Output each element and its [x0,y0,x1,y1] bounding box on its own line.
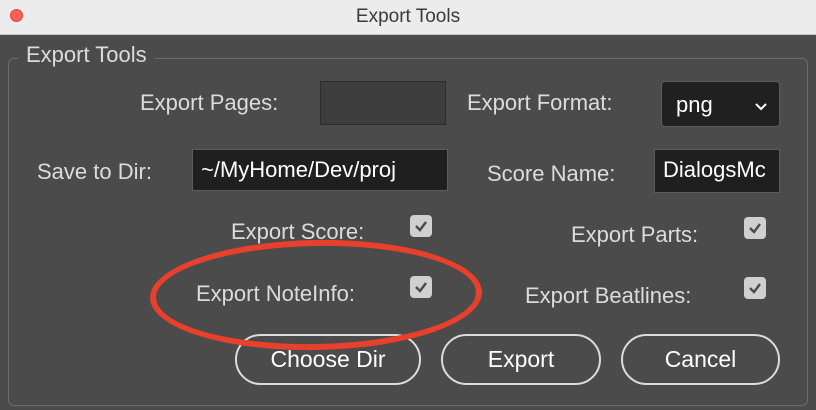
save-to-dir-label: Save to Dir: [37,159,152,184]
export-format-label: Export Format: [467,90,613,115]
export-tools-dialog: Export Tools Export Tools Export Pages: … [0,0,816,410]
score-name-label: Score Name: [487,161,616,186]
score-name-input[interactable]: DialogsMc [654,149,780,193]
export-parts-checkbox[interactable] [744,217,766,239]
save-to-dir-input[interactable]: ~/MyHome/Dev/proj [192,149,448,191]
export-button[interactable]: Export [441,334,601,385]
export-format-value: png [676,92,713,117]
group-title: Export Tools [18,42,155,68]
export-pages-input[interactable] [320,81,446,125]
export-format-select[interactable]: png [661,81,780,127]
export-parts-label: Export Parts: [571,222,699,247]
export-pages-label: Export Pages: [140,90,279,115]
chevron-down-icon [753,94,769,120]
cancel-button[interactable]: Cancel [621,334,780,385]
window-title: Export Tools [355,6,461,27]
export-beatlines-checkbox[interactable] [744,277,766,299]
export-score-checkbox[interactable] [410,215,432,237]
export-beatlines-label: Export Beatlines: [525,283,692,308]
title-bar[interactable]: Export Tools [0,0,816,35]
